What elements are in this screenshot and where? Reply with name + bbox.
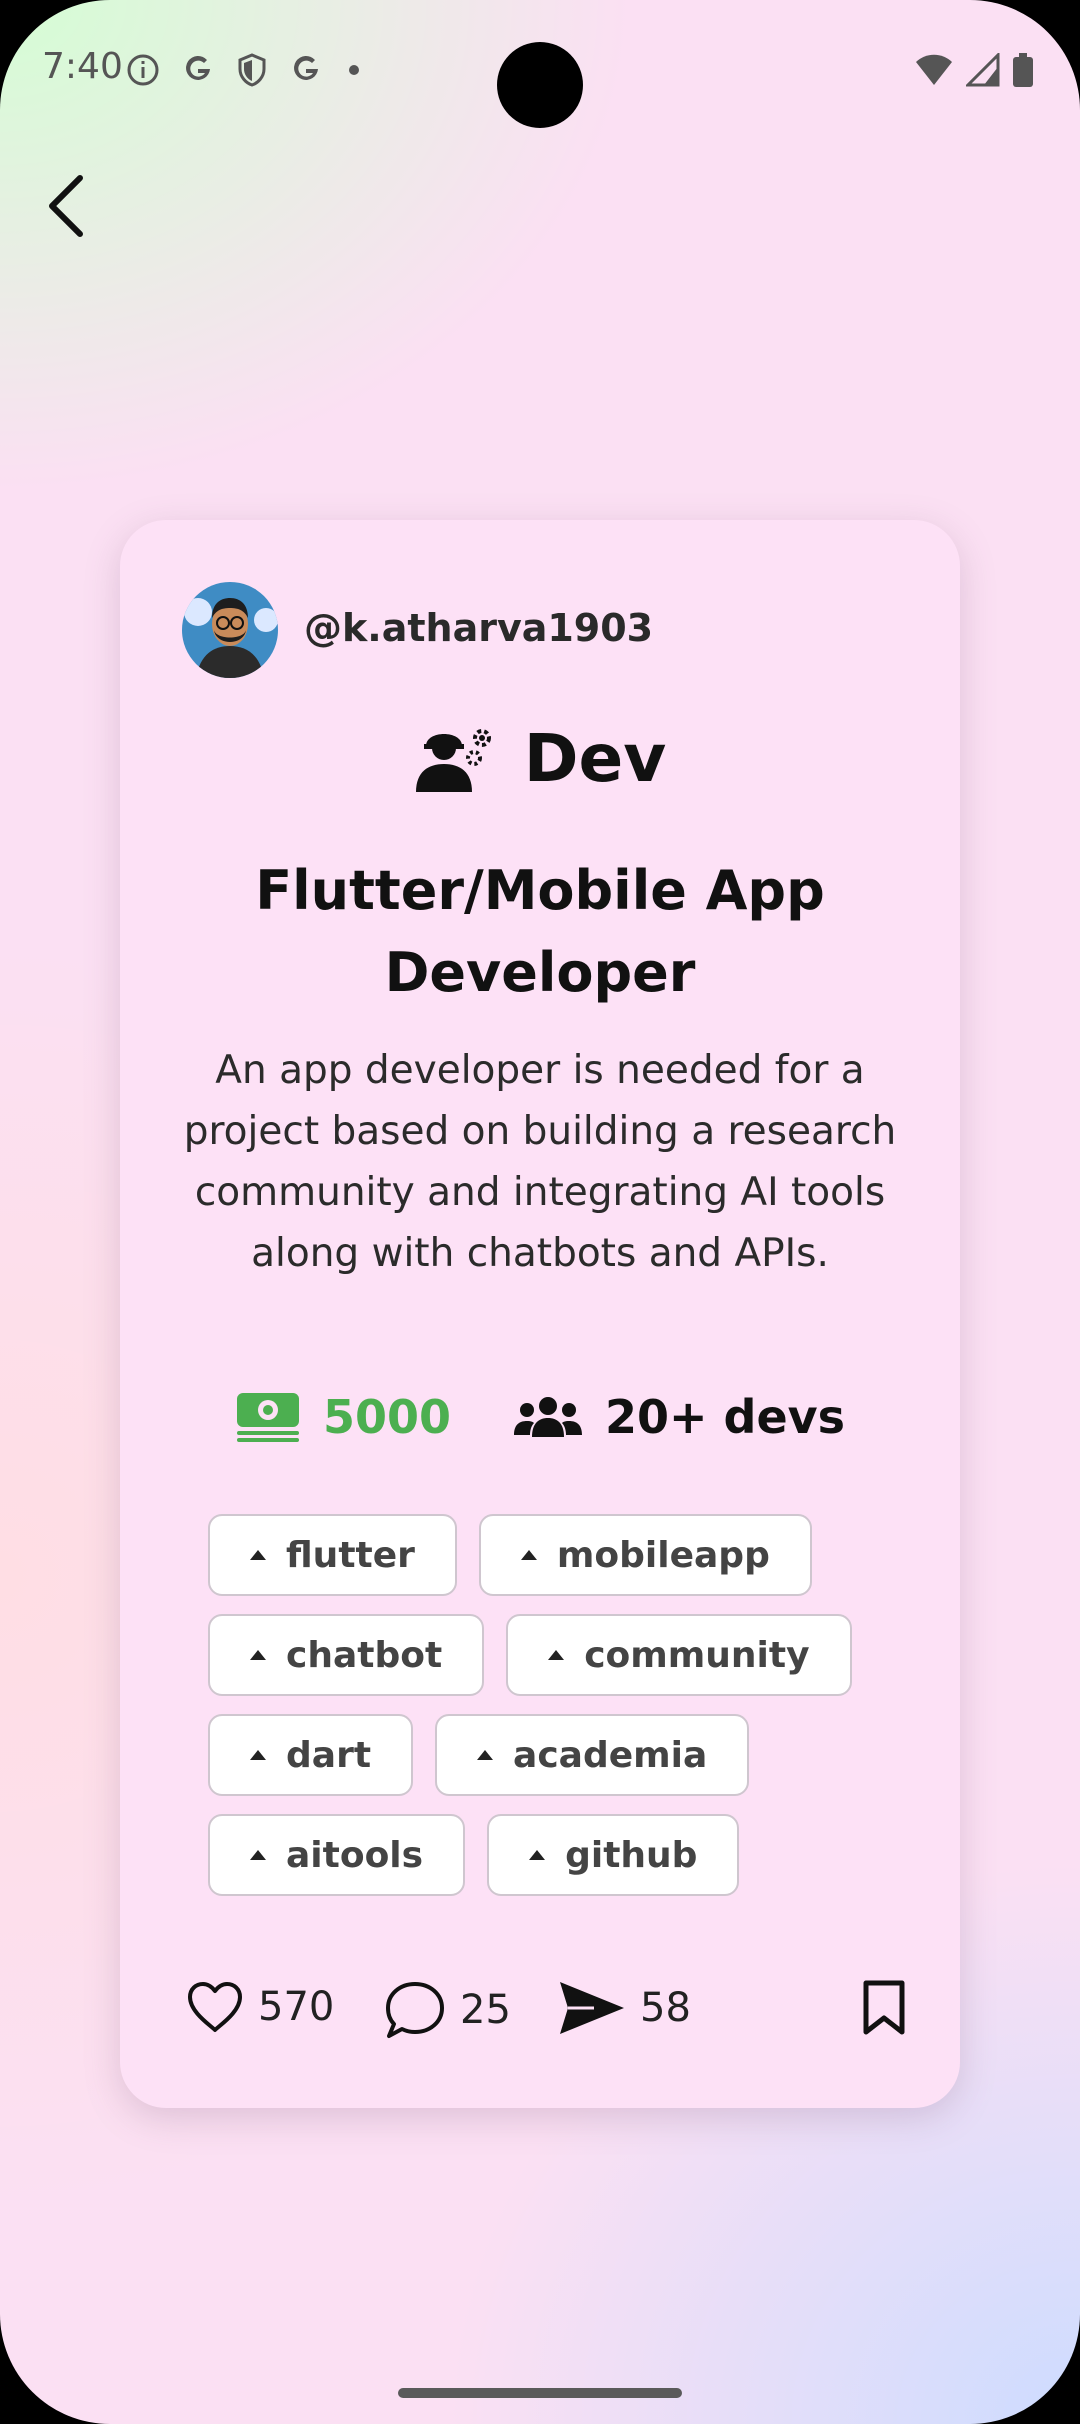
tag-label: academia (513, 1734, 708, 1776)
bookmark-icon (863, 1980, 905, 2035)
heart-icon (188, 1982, 242, 2032)
home-indicator[interactable] (398, 2388, 682, 2398)
bookmark-button[interactable] (862, 1980, 906, 2036)
status-left-icons (126, 52, 364, 88)
battery-icon (1013, 53, 1033, 87)
chevron-left-icon (49, 175, 83, 237)
tag-label: flutter (286, 1534, 415, 1576)
comment-button[interactable]: 25 (384, 1980, 511, 2040)
users-icon (513, 1397, 582, 1437)
stats-row: 5000 20+ devs (120, 1390, 960, 1444)
post-description: An app developer is needed for a project… (183, 1048, 897, 1276)
upvote-icon (548, 1650, 565, 1660)
avatar[interactable] (182, 582, 278, 678)
tag-chip[interactable]: dart (208, 1714, 414, 1796)
upvote-icon (250, 1650, 266, 1660)
budget-stat: 5000 (235, 1390, 451, 1444)
status-right-icons (914, 52, 1034, 88)
share-count: 58 (640, 1985, 691, 2031)
comment-count: 25 (460, 1987, 511, 2033)
tag-chip[interactable]: flutter (208, 1514, 457, 1596)
post-title: Flutter/Mobile App Developer (255, 859, 825, 1004)
comment-icon (386, 1982, 444, 2038)
tag-list: flutter mobileapp chatbot community dart… (208, 1514, 908, 1914)
info-icon (127, 54, 159, 86)
wifi-icon (916, 54, 952, 85)
engineer-gear-icon (415, 728, 491, 792)
money-icon (236, 1393, 299, 1442)
upvote-icon (250, 1750, 266, 1760)
post-card[interactable]: @k.atharva1903 Dev Flutter/Mobile App De… (120, 520, 960, 2108)
screen: 7:40 @k.atharva1903 Dev Flutter/Mobile A… (0, 0, 1080, 2424)
like-count: 570 (258, 1984, 335, 2030)
dot-icon (349, 65, 359, 75)
upvote-icon (477, 1750, 494, 1760)
tag-label: mobileapp (556, 1534, 770, 1576)
tag-chip[interactable]: community (506, 1614, 852, 1696)
share-button[interactable]: 58 (558, 1980, 691, 2036)
upvote-icon (529, 1850, 546, 1860)
username[interactable]: @k.atharva1903 (304, 606, 653, 650)
back-button[interactable] (34, 166, 98, 246)
camera-cutout (497, 42, 583, 128)
google-icon (294, 55, 318, 80)
signal-icon (966, 53, 1000, 87)
upvote-icon (250, 1550, 266, 1560)
tag-label: github (565, 1834, 698, 1876)
tag-label: chatbot (286, 1634, 443, 1676)
send-icon (560, 1982, 624, 2034)
like-button[interactable]: 570 (186, 1980, 334, 2034)
tag-chip[interactable]: academia (435, 1714, 750, 1796)
upvote-icon (520, 1550, 537, 1560)
tag-label: dart (286, 1734, 372, 1776)
action-bar: 570 25 58 (186, 1980, 906, 2050)
tag-chip[interactable]: chatbot (208, 1614, 485, 1696)
tag-chip[interactable]: mobileapp (478, 1514, 812, 1596)
status-bar: 7:40 (0, 0, 1080, 140)
tag-chip[interactable]: github (487, 1814, 740, 1896)
tag-label: community (584, 1634, 810, 1676)
shield-icon (238, 53, 266, 87)
role-label: Dev (523, 720, 667, 797)
role-row: Dev (120, 720, 960, 797)
status-time: 7:40 (42, 46, 123, 87)
tag-chip[interactable]: aitools (208, 1814, 466, 1896)
tag-label: aitools (286, 1834, 424, 1876)
budget-value: 5000 (322, 1390, 451, 1444)
google-icon (186, 55, 210, 80)
upvote-icon (250, 1850, 266, 1860)
team-size: 20+ devs (604, 1390, 846, 1444)
team-stat: 20+ devs (513, 1390, 845, 1444)
